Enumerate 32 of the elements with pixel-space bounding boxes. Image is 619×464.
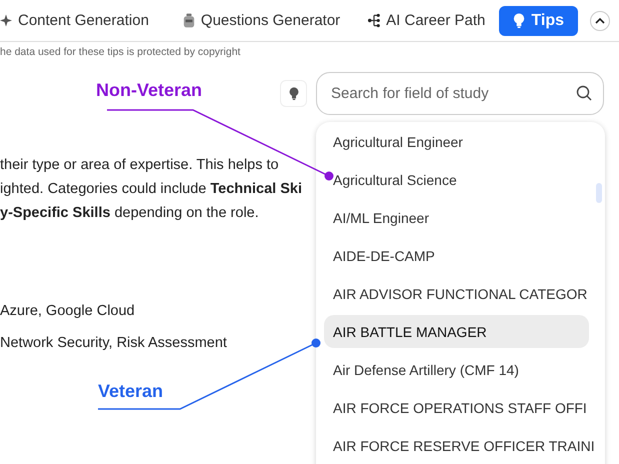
- annotation-label: Veteran: [98, 381, 164, 402]
- collapse-button[interactable]: [590, 10, 610, 30]
- dropdown-option[interactable]: AI/ML Engineer: [324, 201, 595, 234]
- dropdown-option[interactable]: AIR BATTLE MANAGER: [324, 315, 589, 348]
- nodes-icon: [368, 13, 380, 28]
- tip-text: Network Security, Risk Assessment: [0, 334, 227, 353]
- nav-tab[interactable]: AI Career Path: [362, 6, 492, 36]
- sparkle-icon: [0, 13, 12, 28]
- lightbulb-icon: [288, 87, 298, 100]
- tip-text: their type or area of expertise. This helps to: [0, 156, 279, 175]
- dropdown-option[interactable]: AIR FORCE RESERVE OFFICER TRAINI: [324, 429, 595, 462]
- tip-text: y-Specific Skills depending on the role.: [0, 204, 259, 223]
- scrollbar-thumb[interactable]: [596, 183, 602, 203]
- nav-tab[interactable]: Questions Generator: [176, 6, 346, 36]
- dropdown-option[interactable]: AIR ADVISOR FUNCTIONAL CATEGOR: [324, 277, 595, 310]
- search-icon: [576, 85, 592, 101]
- annotation-label: Non-Veteran: [96, 80, 202, 101]
- dropdown-option[interactable]: Air Defense Artillery (CMF 14): [324, 353, 595, 386]
- lightbulb-icon: [513, 13, 526, 28]
- tips-button[interactable]: [280, 80, 307, 107]
- tip-text: ighted. Categories could include Technical Ski: [0, 180, 302, 199]
- search-field[interactable]: Search for field of study: [316, 72, 604, 115]
- nav-tab[interactable]: Content Generation: [0, 6, 155, 36]
- tip-text: Azure, Google Cloud: [0, 302, 135, 321]
- dropdown-option[interactable]: AIR FORCE OPERATIONS STAFF OFFI: [324, 391, 595, 424]
- dropdown-option[interactable]: Agricultural Engineer: [324, 125, 595, 158]
- dropdown-option[interactable]: AIDE-DE-CAMP: [324, 239, 595, 272]
- jar-icon: [182, 13, 195, 28]
- chevron-up-icon: [595, 16, 605, 24]
- copyright-notice: he data used for these tips is protected by copyright: [0, 46, 242, 58]
- dropdown-option[interactable]: Agricultural Science: [324, 163, 595, 196]
- nav-tab[interactable]: Tips: [499, 6, 578, 36]
